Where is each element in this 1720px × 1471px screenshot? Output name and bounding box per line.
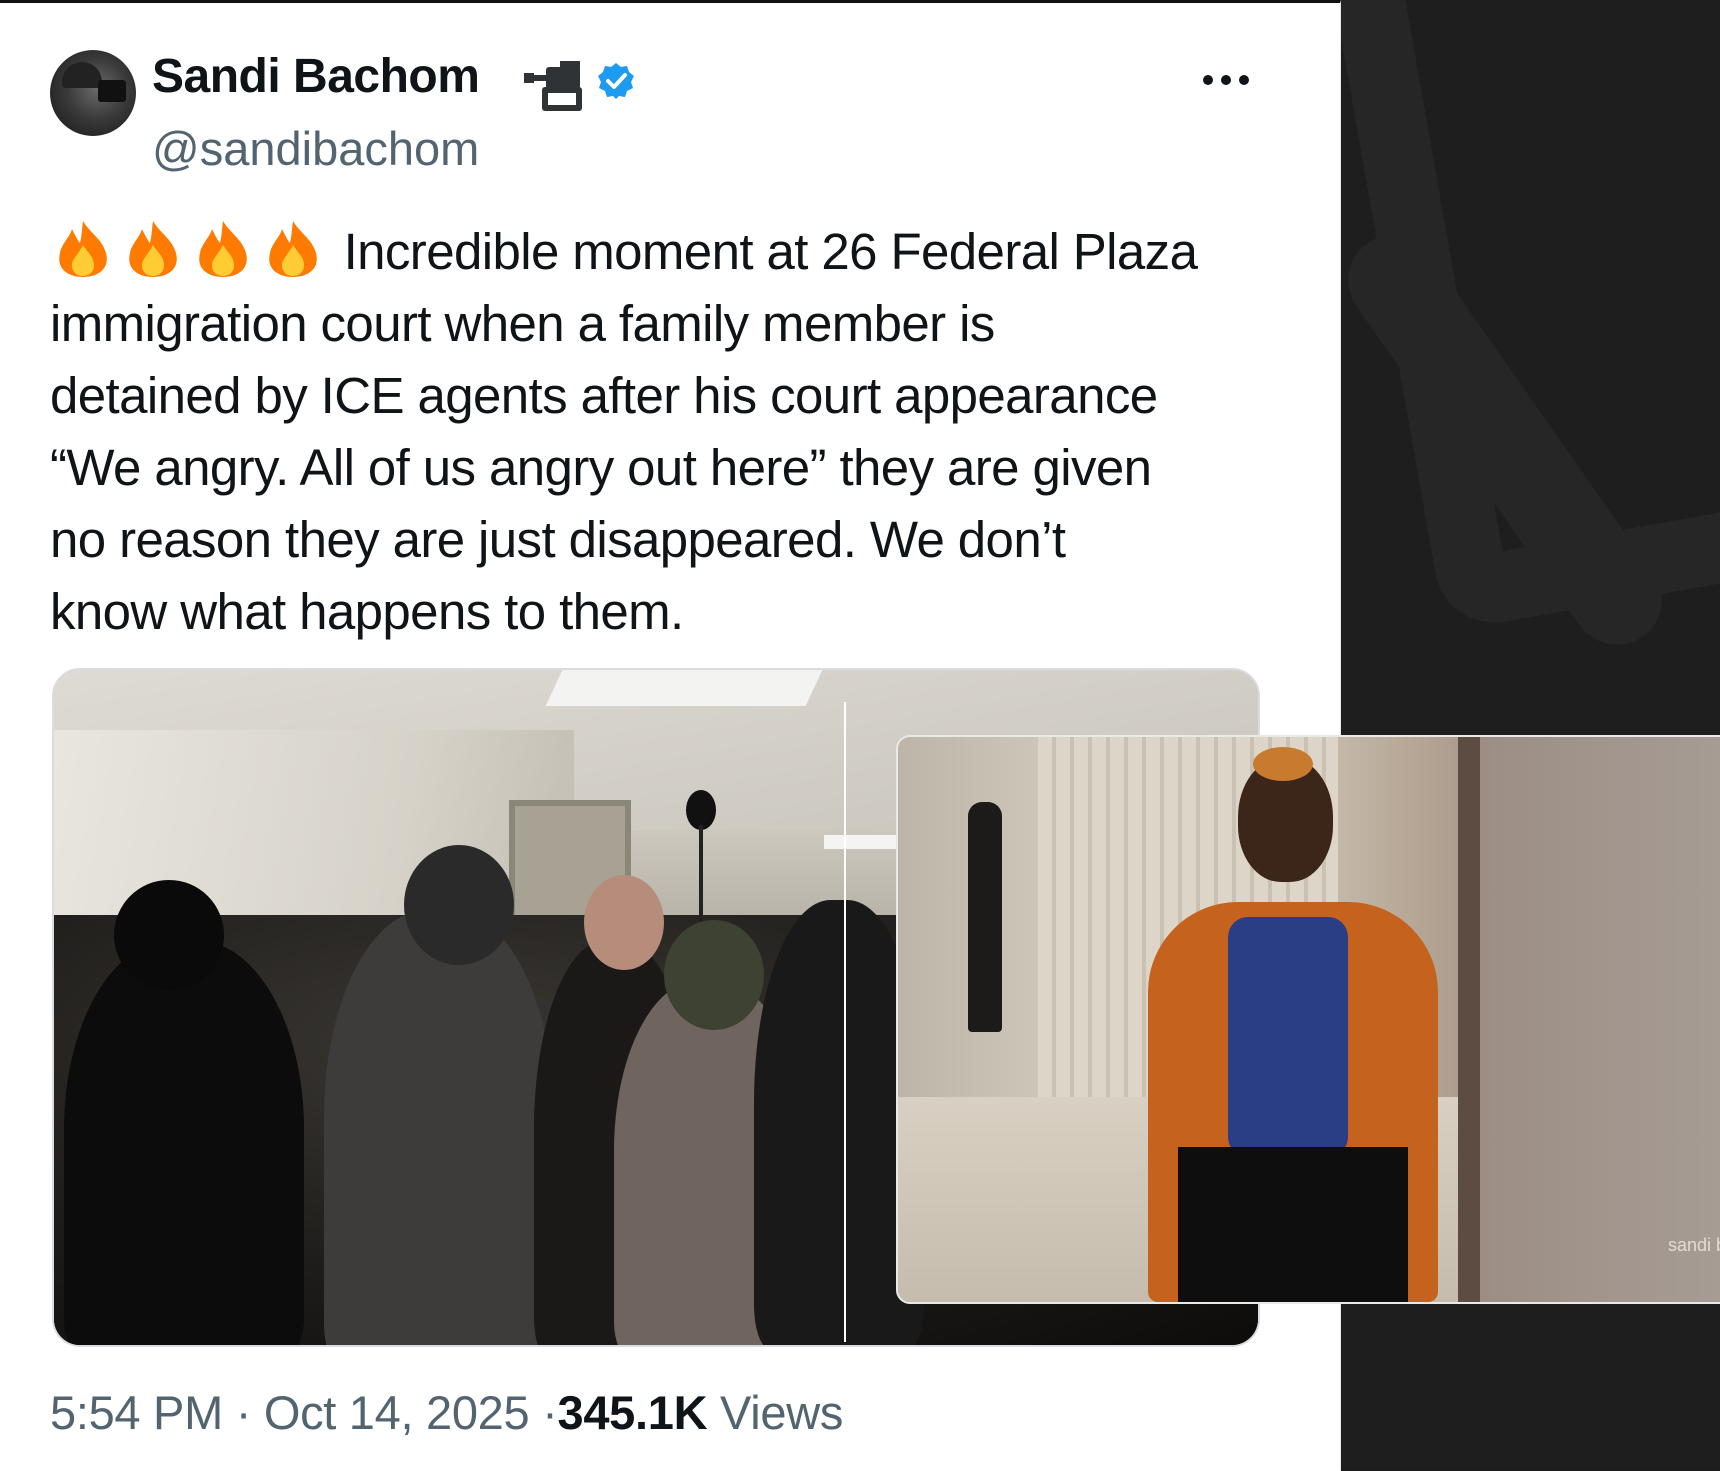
tweet-time[interactable]: 5:54 PM [50,1386,223,1439]
media-divider [844,702,846,1342]
author-handle[interactable]: @sandibachom [152,121,479,176]
fire-icon [120,219,186,279]
tweet-text-line-2: immigration court when a family member i… [50,295,995,352]
tweet-text-line-5: no reason they are just disappeared. We … [50,511,1066,568]
movie-camera-icon [524,61,582,111]
fire-icon [50,219,116,279]
tweet-date[interactable]: Oct 14, 2025 [264,1386,530,1439]
fire-icon [190,219,256,279]
tweet-text-line-1: Incredible moment at 26 Federal Plaza [50,216,1300,288]
author-name[interactable]: Sandi Bachom [152,49,480,104]
tweet-text-line-3: detained by ICE agents after his court a… [50,367,1158,424]
views-count: 345.1K [557,1386,708,1439]
video-watermark: sandi b [1667,1235,1720,1255]
tweet-text-line-4: “We angry. All of us angry out here” the… [50,439,1152,496]
avatar[interactable] [50,50,136,136]
tweet-text-segment: Incredible moment at 26 Federal Plaza [343,223,1198,280]
separator: · [542,1386,558,1439]
verified-badge-icon [598,63,634,99]
tweet-text: Incredible moment at 26 Federal Plaza im… [50,216,1300,648]
separator: · [235,1386,252,1439]
inset-video-frame[interactable]: sandi b [896,735,1720,1304]
more-options-icon[interactable] [1200,69,1252,91]
tweet-text-line-6: know what happens to them. [50,583,684,640]
tweet-metadata: 5:54 PM · Oct 14, 2025 ·345.1K Views [50,1385,843,1440]
fire-icon [260,219,326,279]
views-label: Views [720,1386,844,1439]
